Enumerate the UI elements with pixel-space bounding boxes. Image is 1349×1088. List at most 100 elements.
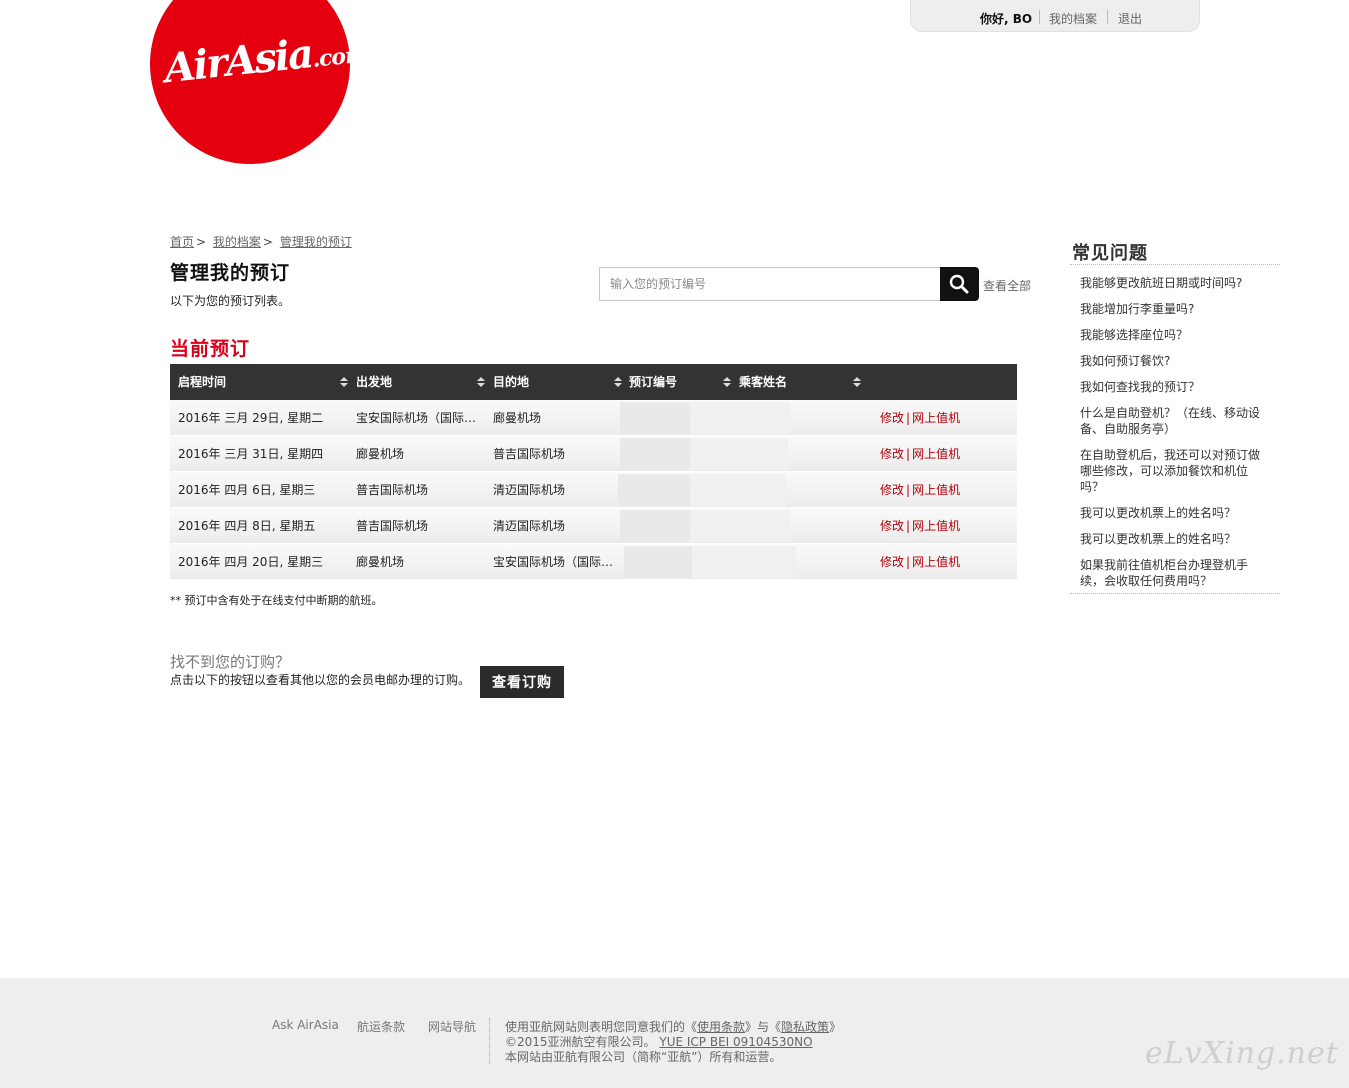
origin: 宝安国际机场（国际航站楼） — [356, 411, 478, 425]
current-bookings-title: 当前预订 — [170, 338, 251, 360]
view-bookings-button[interactable]: 查看订购 — [480, 666, 564, 698]
row-actions: 修改 | 网上值机 — [880, 555, 961, 569]
faq-item[interactable]: 什么是自助登机？（在线、移动设备、自助服务亭） — [1080, 405, 1270, 437]
web-checkin-link[interactable]: 网上值机 — [912, 483, 960, 497]
column-header-origin: 出发地 — [356, 375, 393, 389]
sort-icon[interactable] — [723, 377, 731, 388]
faq-item[interactable]: 我如何查找我的预订？ — [1080, 379, 1270, 395]
sort-icon[interactable] — [477, 377, 485, 388]
booking-number-redacted — [620, 438, 690, 470]
departure-date: 2016年 四月 20日, 星期三 — [178, 555, 324, 569]
icp-link[interactable]: YUE ICP BEI 09104530NO — [659, 1035, 812, 1049]
passenger-name-redacted — [690, 474, 786, 506]
table-row: 2016年 四月 6日, 星期三 普吉国际机场 清迈国际机场 修改 | 网上值机 — [170, 472, 1017, 508]
footer-ownership-line: 本网站由亚航有限公司（简称“亚航”）所有和运营。 — [505, 1050, 782, 1064]
faq-item[interactable]: 我能够更改航班日期或时间吗? — [1080, 275, 1270, 291]
column-header-booking-number: 预订编号 — [629, 375, 678, 389]
view-all-link[interactable]: 查看全部 — [983, 277, 1031, 294]
page-title: 管理我的预订 — [170, 262, 291, 284]
destination: 普吉国际机场 — [493, 447, 566, 461]
faq-item[interactable]: 如果我前往值机柜台办理登机手续，会收取任何费用吗？ — [1080, 557, 1270, 589]
passenger-name-redacted — [690, 438, 788, 470]
booking-number-redacted — [618, 474, 690, 506]
search-icon — [949, 274, 969, 294]
passenger-name-redacted — [690, 402, 790, 434]
modify-link[interactable]: 修改 — [880, 483, 904, 497]
row-actions: 修改 | 网上值机 — [880, 483, 961, 497]
page-description: 以下为您的预订列表。 — [170, 294, 291, 308]
breadcrumb: 首页 > 我的档案 > 管理我的预订 — [170, 235, 352, 249]
origin: 廊曼机场 — [356, 555, 405, 569]
faq-item[interactable]: 我如何预订餐饮? — [1080, 353, 1270, 369]
row-actions: 修改 | 网上值机 — [880, 411, 961, 425]
destination: 廊曼机场 — [493, 411, 542, 425]
sort-icon[interactable] — [340, 377, 348, 388]
booking-number-redacted — [624, 546, 692, 578]
faq-list: 我能够更改航班日期或时间吗? 我能增加行李重量吗? 我能够选择座位吗？ 我如何预… — [1080, 275, 1270, 599]
destination: 宝安国际机场（国际航站楼） — [493, 555, 615, 569]
table-row: 2016年 三月 29日, 星期二 宝安国际机场（国际航站楼） 廊曼机场 修改|… — [170, 400, 1017, 436]
passenger-name-redacted — [690, 510, 790, 542]
bookings-table: 启程时间 出发地 目的地 预订编号 乘客姓名 2016年 三月 29日, 星期二… — [170, 364, 1017, 580]
footer-divider — [489, 1018, 490, 1064]
destination: 清迈国际机场 — [493, 519, 566, 533]
origin: 普吉国际机场 — [356, 483, 429, 497]
breadcrumb-current[interactable]: 管理我的预订 — [280, 235, 352, 249]
faq-divider — [1070, 593, 1280, 594]
search-button[interactable] — [940, 267, 979, 301]
airasia-logo[interactable]: AirAsia.com — [150, 0, 350, 164]
row-actions: 修改 | 网上值机 — [880, 447, 961, 461]
booking-number-redacted — [620, 402, 690, 434]
sort-icon[interactable] — [614, 377, 622, 388]
faq-item[interactable]: 我可以更改机票上的姓名吗？ — [1080, 531, 1270, 547]
footer: Ask AirAsia 航运条款 网站导航 使用亚航网站则表明您同意我们的《使用… — [0, 978, 1349, 1088]
destination: 清迈国际机场 — [493, 483, 566, 497]
modify-link[interactable]: 修改 — [880, 555, 904, 569]
departure-date: 2016年 四月 6日, 星期三 — [178, 483, 316, 497]
faq-item[interactable]: 我能够选择座位吗？ — [1080, 327, 1270, 343]
web-checkin-link[interactable]: 网上值机 — [912, 447, 960, 461]
user-greeting: 你好, BO — [980, 12, 1033, 26]
column-header-destination: 目的地 — [493, 375, 530, 389]
faq-divider — [1070, 264, 1280, 265]
modify-link[interactable]: 修改 — [880, 447, 904, 461]
divider — [1039, 10, 1040, 24]
departure-date: 2016年 三月 31日, 星期四 — [178, 447, 324, 461]
terms-of-use-link[interactable]: 使用条款 — [697, 1020, 745, 1034]
booking-number-redacted — [620, 510, 690, 542]
faq-title: 常见问题 — [1072, 243, 1148, 264]
departure-date: 2016年 三月 29日, 星期二 — [178, 411, 324, 425]
table-row: 2016年 四月 8日, 星期五 普吉国际机场 清迈国际机场 修改 | 网上值机 — [170, 508, 1017, 544]
sort-icon[interactable] — [853, 377, 861, 388]
privacy-policy-link[interactable]: 隐私政策 — [781, 1020, 829, 1034]
origin: 廊曼机场 — [356, 447, 405, 461]
breadcrumb-home[interactable]: 首页 — [170, 235, 194, 249]
my-profile-link[interactable]: 我的档案 — [1049, 10, 1097, 27]
table-header: 启程时间 出发地 目的地 预订编号 乘客姓名 — [170, 364, 1017, 400]
passenger-name-redacted — [692, 546, 796, 578]
cannot-find-title: 找不到您的订购？ — [170, 653, 291, 671]
footer-link-ask-airasia[interactable]: Ask AirAsia — [272, 1018, 339, 1032]
row-actions: 修改 | 网上值机 — [880, 519, 961, 533]
table-row: 2016年 三月 31日, 星期四 廊曼机场 普吉国际机场 修改 | 网上值机 — [170, 436, 1017, 472]
modify-link[interactable]: 修改 — [880, 411, 904, 425]
divider — [1107, 10, 1108, 24]
web-checkin-link[interactable]: 网上值机 — [912, 555, 960, 569]
modify-link[interactable]: 修改 — [880, 519, 904, 533]
faq-item[interactable]: 我能增加行李重量吗? — [1080, 301, 1270, 317]
departure-date: 2016年 四月 8日, 星期五 — [178, 519, 316, 533]
booking-number-input[interactable] — [599, 267, 941, 301]
web-checkin-link[interactable]: 网上值机 — [912, 519, 960, 533]
footer-link-conditions[interactable]: 航运条款 — [357, 1018, 405, 1035]
logout-link[interactable]: 退出 — [1118, 10, 1142, 27]
cannot-find-description: 点击以下的按钮以查看其他以您的会员电邮办理的订购。 — [170, 673, 471, 687]
web-checkin-link[interactable]: 网上值机 — [912, 411, 960, 425]
column-header-departure-time: 启程时间 — [178, 375, 227, 389]
table-row: 2016年 四月 20日, 星期三 廊曼机场 宝安国际机场（国际航站楼） 修改|… — [170, 544, 1017, 580]
faq-item[interactable]: 在自助登机后，我还可以对预订做哪些修改，可以添加餐饮和机位吗？ — [1080, 447, 1270, 495]
faq-item[interactable]: 我可以更改机票上的姓名吗？ — [1080, 505, 1270, 521]
payment-interruption-note: ** 预订中含有处于在线支付中断期的航班。 — [170, 594, 383, 607]
origin: 普吉国际机场 — [356, 519, 429, 533]
breadcrumb-profile[interactable]: 我的档案 — [213, 235, 261, 249]
footer-link-sitemap[interactable]: 网站导航 — [428, 1018, 476, 1035]
